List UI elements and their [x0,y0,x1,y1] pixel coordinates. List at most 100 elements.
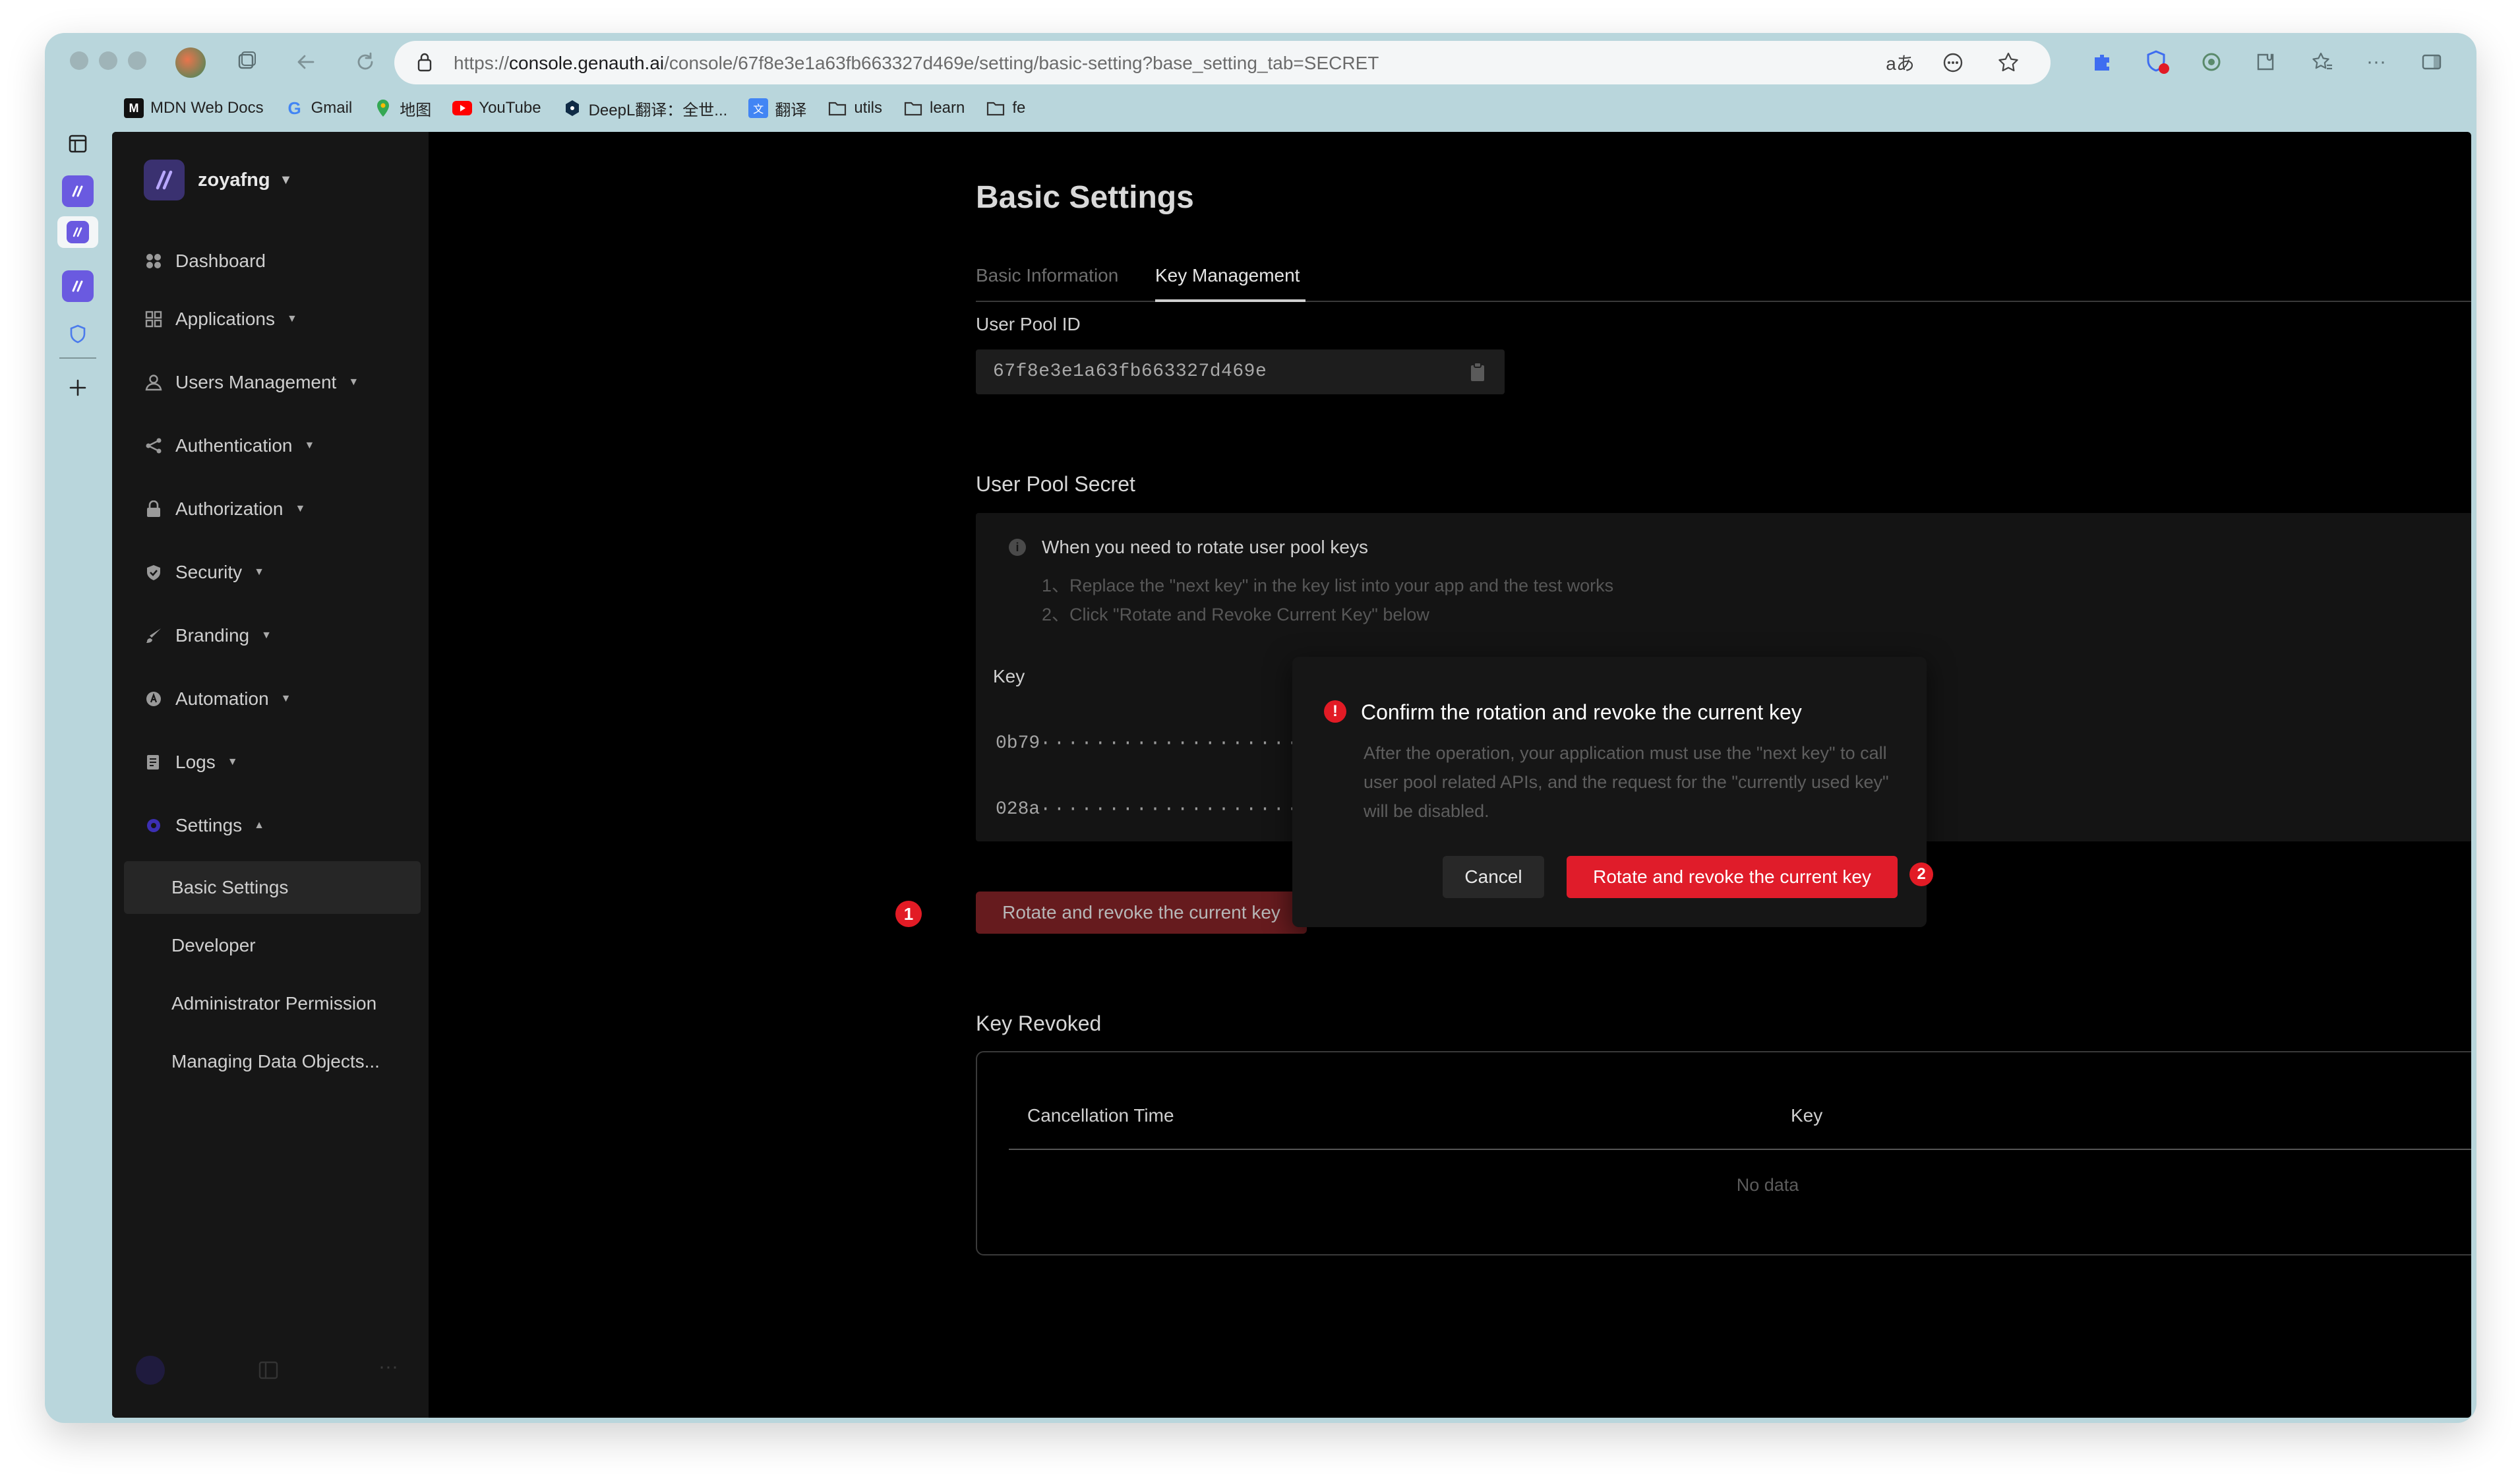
reader-icon[interactable] [1937,47,1969,78]
reload-icon[interactable] [349,46,381,78]
sidebar-item-authorization[interactable]: Authorization ▼ [144,489,305,529]
extension-puzzle-blue-icon[interactable] [2086,46,2118,78]
map-pin-icon [373,98,393,118]
extensions-icon[interactable] [2250,46,2281,78]
modal-body: After the operation, your application mu… [1364,743,1889,821]
org-switcher[interactable]: zoyafng ▼ [144,160,292,200]
tab-basic-information[interactable]: Basic Information [976,265,1118,286]
address-bar[interactable]: https://console.genauth.ai/console/67f8e… [394,41,2051,84]
sidebar-subitem-administrator-permission[interactable]: Administrator Permission [124,977,421,1030]
folder-icon [827,98,847,118]
user-avatar[interactable] [136,1356,165,1385]
maximize-window-button[interactable] [128,51,146,70]
step-marker-2: 2 [1909,862,1933,886]
back-icon[interactable] [290,46,322,78]
star-icon[interactable] [1993,47,2024,78]
rotation-alert: i When you need to rotate user pool keys [1009,537,1368,558]
org-logo-icon [144,160,185,200]
chevron-down-icon: ▼ [279,172,293,187]
bookmark-mdn[interactable]: M MDN Web Docs [124,98,264,118]
tab-key-management[interactable]: Key Management [1155,265,1300,286]
bookmark-folder-utils[interactable]: utils [827,98,882,118]
share-icon [144,436,164,456]
warning-icon: ! [1324,700,1346,723]
sidebar-item-logs[interactable]: Logs ▼ [144,742,238,782]
new-tab-icon[interactable] [62,372,94,404]
chevron-down-icon: ▼ [254,566,264,578]
more-icon[interactable]: ··· [378,1356,398,1378]
user-pool-id-label: User Pool ID [976,314,1081,334]
bookmark-maps[interactable]: 地图 [373,97,431,120]
sidebar-item-settings[interactable]: Settings ▲ [144,806,264,845]
alert-step-2: 2、Click "Rotate and Revoke Current Key" … [1042,605,1429,624]
sidebar-item-automation[interactable]: Automation ▼ [144,679,291,719]
revoked-keys-table: Cancellation Time Key No data [976,1051,2471,1255]
apps-icon [144,309,164,329]
browser-titlebar: https://console.genauth.ai/console/67f8e… [45,33,2476,92]
settings-tabs: Basic Information Key Management [976,261,2471,302]
key-row-2: 028a······················ [996,799,1342,820]
sidebar-subitem-basic-settings[interactable]: Basic Settings [124,861,421,914]
cancel-button[interactable]: Cancel [1443,856,1544,898]
automation-icon [144,689,164,709]
more-options-icon[interactable]: ··· [2360,46,2392,78]
step-marker-1: 1 [895,901,922,927]
minimize-window-button[interactable] [99,51,117,70]
sidebar-item-users-management[interactable]: Users Management ▼ [144,363,359,402]
chevron-down-icon: ▼ [295,503,306,514]
key-column-header: Key [993,666,1025,686]
confirm-modal: ! Confirm the rotation and revoke the cu… [1292,657,1933,927]
bookmark-youtube[interactable]: YouTube [452,98,541,118]
url-text[interactable]: https://console.genauth.ai/console/67f8e… [454,53,1379,74]
tabs-overview-icon[interactable] [231,46,262,78]
logs-icon [144,752,164,772]
sidebar-footer: ··· [112,1352,429,1391]
confirm-rotate-button[interactable]: Rotate and revoke the current key [1567,856,1898,898]
dashboard-icon [144,251,164,271]
bookmark-folder-learn[interactable]: learn [903,98,965,118]
bookmark-gmail[interactable]: G Gmail [285,98,352,118]
user-pool-id-value: 67f8e3e1a63fb663327d469e [993,361,1267,382]
extension-green-icon[interactable] [2196,46,2227,78]
google-icon: G [287,98,301,118]
sidebar-item-branding[interactable]: Branding ▼ [144,616,272,655]
sidebar-item-authentication[interactable]: Authentication ▼ [144,426,315,466]
sidebar-item-dashboard[interactable]: Dashboard [144,241,266,281]
tab-genauth-3[interactable] [62,270,94,302]
tab-genauth-1[interactable] [62,175,94,207]
deepl-icon [562,98,582,118]
bookmark-deepl[interactable]: DeepL翻译：全世... [562,97,727,120]
favorites-icon[interactable] [2306,46,2338,78]
page-title: Basic Settings [976,180,1194,215]
bookmark-translate[interactable]: 文翻译 [748,97,806,120]
lock-icon[interactable] [417,52,433,72]
column-key: Key [1791,1105,1823,1126]
translate-page-icon[interactable]: aあ [1884,47,1916,78]
youtube-icon [452,98,473,118]
close-window-button[interactable] [70,51,88,70]
app-content: zoyafng ▼ Dashboard Applications ▼ Users … [112,132,2471,1418]
column-cancellation-time: Cancellation Time [1027,1105,1174,1126]
shield-icon [144,562,164,582]
sidebar-subitem-managing-data-objects[interactable]: Managing Data Objects... [124,1035,421,1088]
org-name: zoyafng [198,169,270,191]
rotate-revoke-button[interactable]: Rotate and revoke the current key [976,892,1307,934]
user-icon [144,373,164,392]
chevron-up-icon: ▲ [254,820,265,831]
alert-step-1: 1、Replace the "next key" in the key list… [1042,576,1614,595]
sidebar-subitem-developer[interactable]: Developer [124,919,421,972]
main-content: Basic Settings Basic Information Key Man… [429,132,2471,1418]
collapse-sidebar-icon[interactable] [258,1361,278,1383]
bookmark-folder-fe[interactable]: fe [986,98,1025,118]
tab-divider [59,357,96,359]
tab-panel-icon[interactable] [62,128,94,160]
tab-genauth-active[interactable] [57,216,98,248]
sidebar-item-applications[interactable]: Applications ▼ [144,299,297,339]
copy-icon[interactable] [1468,361,1487,382]
profile-avatar[interactable] [175,47,206,78]
tab-shield-icon[interactable] [62,318,94,349]
sidebar-toggle-icon[interactable] [2416,46,2447,78]
translate-icon: 文 [748,98,769,118]
extension-shield-icon[interactable] [2142,46,2173,78]
sidebar-item-security[interactable]: Security ▼ [144,553,264,592]
